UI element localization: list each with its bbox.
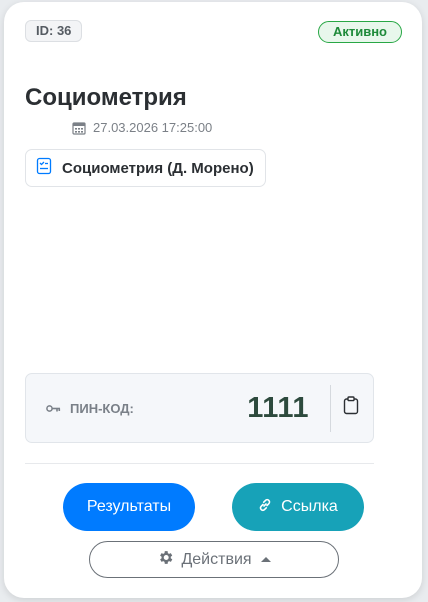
- id-badge: ID: 36: [25, 20, 83, 42]
- method-name: Социометрия (Д. Морено): [62, 159, 254, 177]
- link-icon: [258, 498, 272, 517]
- link-button-label: Ссылка: [281, 498, 338, 515]
- pin-label: ПИН-КОД:: [46, 374, 134, 442]
- pin-divider: [330, 385, 331, 432]
- date-text: 27.03.2026 17:25:00: [93, 120, 213, 135]
- pin-panel: ПИН-КОД: 1111: [25, 373, 374, 443]
- method-chip: Социометрия (Д. Морено): [25, 149, 266, 187]
- clipboard-icon: [343, 396, 359, 420]
- results-button-label: Результаты: [86, 498, 172, 515]
- checklist-icon: [36, 157, 52, 179]
- card-title: Социометрия: [25, 84, 187, 111]
- copy-pin-button[interactable]: [336, 391, 366, 425]
- results-button[interactable]: Результаты: [63, 483, 195, 531]
- separator: [25, 463, 374, 464]
- gear-icon: [157, 549, 174, 571]
- actions-button-label: Действия: [181, 550, 252, 568]
- caret-up-icon: [260, 557, 271, 562]
- pin-label-text: ПИН-КОД:: [70, 400, 134, 416]
- actions-dropdown-button[interactable]: Действия: [89, 541, 339, 578]
- pin-value: 1111: [247, 391, 309, 424]
- survey-card: ID: 36 Активно Социометрия 27.03.2026 17…: [4, 2, 422, 598]
- key-icon: [46, 401, 61, 416]
- date-row: 27.03.2026 17:25:00: [72, 120, 212, 135]
- calendar-icon: [72, 121, 86, 135]
- link-button[interactable]: Ссылка: [232, 483, 364, 531]
- status-badge: Активно: [317, 21, 402, 43]
